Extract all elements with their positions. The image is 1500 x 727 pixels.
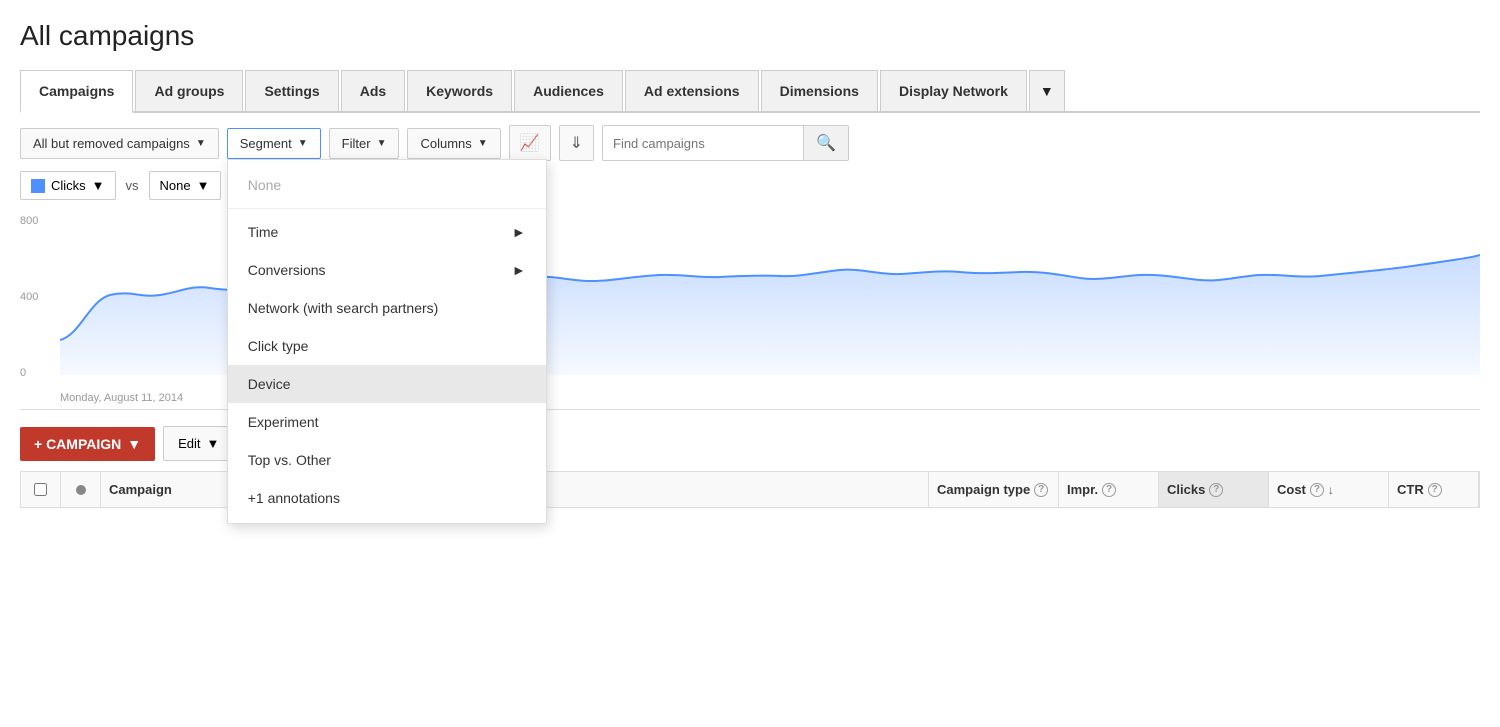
add-campaign-arrow-icon: ▼ — [127, 436, 141, 452]
th-cost-label: Cost — [1277, 482, 1306, 497]
segment-item-time-arrow-icon: ► — [512, 224, 526, 240]
filter-arrow-icon: ▼ — [377, 138, 387, 149]
tab-settings[interactable]: Settings — [245, 70, 338, 111]
segment-item-time[interactable]: Time ► — [228, 213, 546, 251]
segment-item-time-label: Time — [248, 224, 279, 240]
add-campaign-button[interactable]: + CAMPAIGN ▼ — [20, 427, 155, 461]
segment-container: Segment ▼ None Time ► Conversions ► Netw… — [227, 128, 321, 159]
cost-sort-icon: ↓ — [1328, 483, 1334, 497]
columns-label: Columns — [420, 136, 471, 151]
segment-arrow-icon: ▼ — [298, 138, 308, 149]
segment-item-experiment-label: Experiment — [248, 414, 319, 430]
th-campaign-label: Campaign — [109, 482, 172, 497]
th-campaign-type-help-icon[interactable]: ? — [1034, 483, 1048, 497]
columns-button[interactable]: Columns ▼ — [407, 128, 500, 159]
segment-item-network[interactable]: Network (with search partners) — [228, 289, 546, 327]
th-clicks[interactable]: Clicks ? — [1159, 472, 1269, 507]
metric2-arrow-icon: ▼ — [197, 178, 210, 193]
metric1-label: Clicks — [51, 178, 86, 193]
chart-date-label: Monday, August 11, 2014 — [60, 392, 183, 404]
th-campaign-type[interactable]: Campaign type ? — [929, 472, 1059, 507]
metric1-button[interactable]: Clicks ▼ — [20, 171, 116, 200]
add-campaign-label: + CAMPAIGN — [34, 436, 121, 452]
chart-y-labels: 800 400 0 — [20, 210, 46, 409]
search-input[interactable] — [603, 129, 803, 158]
segment-item-device-label: Device — [248, 376, 291, 392]
tab-audiences[interactable]: Audiences — [514, 70, 623, 111]
th-cost[interactable]: Cost ? ↓ — [1269, 472, 1389, 507]
filter-label: Filter — [342, 136, 371, 151]
tab-keywords[interactable]: Keywords — [407, 70, 512, 111]
chart-y-label-400: 400 — [20, 291, 46, 303]
tab-more-button[interactable]: ▼ — [1029, 70, 1065, 111]
download-button[interactable]: ⇓ — [559, 125, 594, 161]
segment-divider-1 — [228, 208, 546, 209]
metric2-label: None — [160, 178, 191, 193]
segment-item-annotations-label: +1 annotations — [248, 490, 340, 506]
tabs-bar: Campaigns Ad groups Settings Ads Keyword… — [20, 70, 1480, 113]
th-impr[interactable]: Impr. ? — [1059, 472, 1159, 507]
tab-campaigns[interactable]: Campaigns — [20, 70, 133, 113]
th-cost-help-icon[interactable]: ? — [1310, 483, 1324, 497]
select-all-checkbox[interactable] — [34, 483, 47, 496]
segment-item-experiment[interactable]: Experiment — [228, 403, 546, 441]
chart-view-button[interactable]: 📈 — [509, 125, 551, 161]
th-ctr-help-icon[interactable]: ? — [1428, 483, 1442, 497]
filter-button[interactable]: Filter ▼ — [329, 128, 400, 159]
tab-ad-extensions[interactable]: Ad extensions — [625, 70, 759, 111]
chart-y-label-800: 800 — [20, 215, 46, 227]
segment-item-conversions-label: Conversions — [248, 262, 326, 278]
tab-display-network[interactable]: Display Network — [880, 70, 1027, 111]
search-box: 🔍 — [602, 125, 849, 161]
search-button[interactable]: 🔍 — [803, 126, 848, 160]
filter-campaigns-arrow-icon: ▼ — [196, 138, 206, 149]
filter-campaigns-label: All but removed campaigns — [33, 136, 190, 151]
th-clicks-help-icon[interactable]: ? — [1209, 483, 1223, 497]
segment-item-conversions-arrow-icon: ► — [512, 262, 526, 278]
tab-dimensions[interactable]: Dimensions — [761, 70, 878, 111]
segment-item-conversions[interactable]: Conversions ► — [228, 251, 546, 289]
chart-y-label-0: 0 — [20, 367, 46, 379]
segment-item-click-type-label: Click type — [248, 338, 309, 354]
tab-ads[interactable]: Ads — [341, 70, 405, 111]
th-ctr-label: CTR — [1397, 482, 1424, 497]
page-title: All campaigns — [20, 20, 1480, 52]
vs-label: vs — [126, 178, 139, 193]
columns-arrow-icon: ▼ — [478, 138, 488, 149]
segment-item-none[interactable]: None — [228, 166, 546, 204]
main-toolbar: All but removed campaigns ▼ Segment ▼ No… — [20, 113, 1480, 171]
tab-ad-groups[interactable]: Ad groups — [135, 70, 243, 111]
segment-dropdown-menu: None Time ► Conversions ► Network (with … — [227, 159, 547, 524]
metric2-button[interactable]: None ▼ — [149, 171, 221, 200]
metric1-color-swatch — [31, 179, 45, 193]
segment-item-network-label: Network (with search partners) — [248, 300, 439, 316]
status-dot-icon — [76, 485, 86, 495]
segment-item-click-type[interactable]: Click type — [228, 327, 546, 365]
th-clicks-label: Clicks — [1167, 482, 1205, 497]
edit-label: Edit — [178, 436, 200, 451]
th-impr-help-icon[interactable]: ? — [1102, 483, 1116, 497]
th-status — [61, 472, 101, 507]
th-checkbox[interactable] — [21, 472, 61, 507]
metric1-arrow-icon: ▼ — [92, 178, 105, 193]
segment-label: Segment — [240, 136, 292, 151]
segment-item-annotations[interactable]: +1 annotations — [228, 479, 546, 517]
filter-campaigns-button[interactable]: All but removed campaigns ▼ — [20, 128, 219, 159]
th-ctr[interactable]: CTR ? — [1389, 472, 1479, 507]
segment-item-top-vs-other-label: Top vs. Other — [248, 452, 331, 468]
segment-item-device[interactable]: Device — [228, 365, 546, 403]
th-campaign-type-label: Campaign type — [937, 482, 1030, 497]
edit-arrow-icon: ▼ — [207, 436, 220, 451]
segment-item-top-vs-other[interactable]: Top vs. Other — [228, 441, 546, 479]
th-impr-label: Impr. — [1067, 482, 1098, 497]
edit-button[interactable]: Edit ▼ — [163, 426, 234, 461]
segment-button[interactable]: Segment ▼ — [227, 128, 321, 159]
